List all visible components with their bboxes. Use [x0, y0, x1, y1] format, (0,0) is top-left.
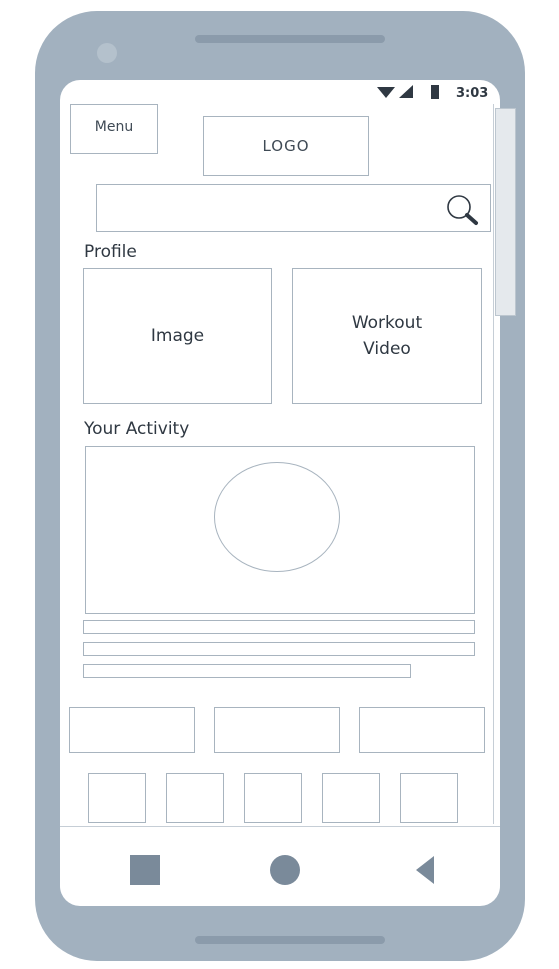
home-icon[interactable] — [270, 855, 300, 885]
recent-apps-icon[interactable] — [130, 855, 160, 885]
thumbnail-4[interactable] — [322, 773, 380, 823]
activity-ring — [214, 462, 340, 572]
earpiece-speaker — [195, 35, 385, 43]
thumbnail-3[interactable] — [244, 773, 302, 823]
text-placeholder-line — [83, 620, 475, 634]
profile-heading: Profile — [84, 242, 137, 262]
back-icon[interactable] — [414, 854, 436, 886]
workout-video-label: Workout Video — [351, 312, 423, 359]
activity-heading: Your Activity — [84, 419, 190, 439]
workout-video-card[interactable]: Workout Video — [292, 268, 482, 404]
front-camera — [97, 43, 117, 63]
signal-icon — [399, 85, 413, 98]
action-button-3[interactable] — [359, 707, 485, 753]
thumbnail-5[interactable] — [400, 773, 458, 823]
logo[interactable]: LOGO — [203, 116, 369, 176]
thumbnail-1[interactable] — [88, 773, 146, 823]
scrollbar-track[interactable] — [493, 104, 494, 824]
status-icons — [377, 85, 439, 99]
profile-image-label: Image — [150, 325, 205, 346]
status-time: 3:03 — [456, 86, 489, 101]
phone-bottom-bar — [195, 936, 385, 944]
action-button-1[interactable] — [69, 707, 195, 753]
navigation-divider — [60, 826, 500, 827]
scrollbar-thumb[interactable] — [495, 108, 516, 316]
battery-icon — [431, 85, 439, 99]
action-button-2[interactable] — [214, 707, 340, 753]
menu-button[interactable]: Menu — [70, 104, 158, 154]
wifi-icon — [377, 87, 395, 98]
search-input[interactable] — [96, 184, 491, 232]
thumbnail-2[interactable] — [166, 773, 224, 823]
text-placeholder-line — [83, 642, 475, 656]
search-icon[interactable] — [443, 192, 487, 226]
text-placeholder-line — [83, 664, 411, 678]
profile-image-card[interactable]: Image — [83, 268, 272, 404]
